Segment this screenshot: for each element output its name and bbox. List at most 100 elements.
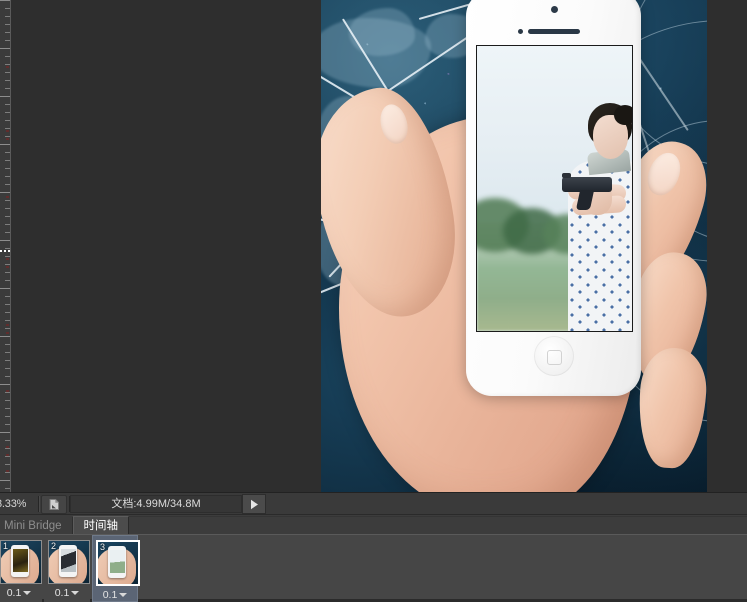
ruler-tick — [5, 256, 10, 257]
ruler-tick — [5, 152, 10, 153]
ruler-tick — [5, 200, 10, 201]
frame-thumbnail[interactable]: 2 — [48, 540, 90, 584]
frame-delay[interactable]: 0.1 — [48, 587, 86, 599]
ruler-tick — [5, 376, 10, 377]
ruler-tick — [5, 360, 10, 361]
ruler-tick — [5, 264, 10, 265]
ruler-red-mark — [6, 66, 9, 68]
ruler-tick — [5, 368, 10, 369]
ruler-tick — [0, 288, 10, 289]
ruler-tick — [0, 96, 10, 97]
phone-screen — [476, 45, 633, 332]
ruler-tick — [5, 64, 10, 65]
frame-number: 2 — [51, 541, 57, 551]
ruler-tick — [5, 160, 10, 161]
chevron-down-icon[interactable] — [23, 591, 32, 596]
photoshop-window: 3.33% 文档:4.99M/34.8M Mini Bridge 时间轴 — [0, 0, 747, 602]
status-bar: 3.33% 文档:4.99M/34.8M — [0, 492, 747, 515]
ruler-tick — [5, 136, 10, 137]
status-popup-arrow-button[interactable] — [242, 494, 266, 514]
ruler-tick — [5, 184, 10, 185]
canvas-artboard[interactable] — [321, 0, 707, 492]
photo-pistol — [562, 177, 612, 192]
ruler-tick — [5, 280, 10, 281]
zoom-level-field[interactable]: 3.33% — [0, 498, 38, 510]
ruler-tick — [0, 240, 10, 241]
ruler-red-mark — [6, 138, 9, 140]
frame-delay[interactable]: 0.1 — [0, 587, 38, 599]
play-triangle-icon — [250, 499, 258, 509]
ruler-tick — [5, 104, 10, 105]
frame-delay-value: 0.1 — [6, 587, 22, 599]
ruler-tick — [5, 216, 10, 217]
frame-thumbnail[interactable]: 3 — [96, 540, 140, 586]
vertical-ruler[interactable] — [0, 0, 11, 492]
ruler-tick — [0, 480, 10, 481]
timeline-panel[interactable]: 1 0.1 2 0.1 3 0.1 — [0, 534, 747, 602]
ruler-tick — [5, 168, 10, 169]
panel-tab-strip: Mini Bridge 时间轴 — [0, 514, 747, 535]
ruler-tick — [5, 24, 10, 25]
status-bar-filler — [266, 495, 747, 513]
photo-pistol-sight — [562, 173, 571, 178]
ruler-tick — [5, 56, 10, 57]
ruler-tick — [5, 32, 10, 33]
ruler-tick — [0, 0, 10, 1]
ruler-tick — [5, 272, 10, 273]
ruler-tick — [0, 336, 10, 337]
ruler-tick — [5, 352, 10, 353]
ruler-red-mark — [6, 390, 9, 392]
ruler-red-mark — [6, 196, 9, 198]
landmass-shape — [349, 8, 415, 56]
document-size-info[interactable]: 文档:4.99M/34.8M — [70, 495, 242, 513]
timeline-frame[interactable]: 2 0.1 — [44, 535, 90, 602]
ruler-red-mark — [6, 454, 9, 456]
ruler-tick — [5, 328, 10, 329]
ruler-tick — [0, 192, 10, 193]
timeline-frame[interactable]: 1 0.1 — [0, 535, 42, 602]
ruler-tick — [5, 488, 10, 489]
ruler-tick — [5, 88, 10, 89]
document-proxy-icon[interactable] — [41, 494, 67, 514]
animation-frames-list: 1 0.1 2 0.1 3 0.1 — [0, 535, 140, 602]
front-camera-icon — [550, 6, 558, 13]
frame-delay-value: 0.1 — [54, 587, 70, 599]
ruler-tick — [5, 472, 10, 473]
ruler-tick — [5, 392, 10, 393]
document-area[interactable] — [0, 0, 747, 492]
frame-delay-value: 0.1 — [102, 589, 118, 601]
tab-mini-bridge[interactable]: Mini Bridge — [0, 517, 73, 535]
ruler-tick — [5, 248, 10, 249]
timeline-frame-selected[interactable]: 3 0.1 — [92, 535, 140, 602]
ruler-tick — [0, 144, 10, 145]
ruler-guide-marker — [0, 250, 10, 252]
ruler-tick — [5, 448, 10, 449]
frame-thumbnail[interactable]: 1 — [0, 540, 42, 584]
ruler-red-mark — [6, 266, 9, 268]
timeline-empty-area — [144, 535, 747, 599]
frame-number: 1 — [3, 541, 9, 551]
ruler-tick — [5, 120, 10, 121]
ruler-tick — [5, 416, 10, 417]
ruler-tick — [5, 208, 10, 209]
ruler-tick — [5, 440, 10, 441]
ruler-red-mark — [6, 332, 9, 334]
ruler-tick — [5, 128, 10, 129]
ruler-tick — [5, 320, 10, 321]
ruler-tick — [0, 384, 10, 385]
ruler-tick — [5, 224, 10, 225]
earpiece-speaker — [528, 29, 580, 34]
frame-delay[interactable]: 0.1 — [96, 589, 134, 601]
ruler-tick — [0, 432, 10, 433]
tab-strip-filler — [129, 516, 747, 535]
ruler-tick — [5, 40, 10, 41]
ruler-red-mark — [6, 324, 9, 326]
tab-timeline[interactable]: 时间轴 — [72, 516, 130, 535]
chevron-down-icon[interactable] — [119, 593, 128, 598]
ruler-tick — [5, 16, 10, 17]
ruler-tick — [5, 176, 10, 177]
ruler-tick — [5, 8, 10, 9]
frame-number: 3 — [100, 542, 106, 552]
chevron-down-icon[interactable] — [71, 591, 80, 596]
ruler-tick — [5, 296, 10, 297]
